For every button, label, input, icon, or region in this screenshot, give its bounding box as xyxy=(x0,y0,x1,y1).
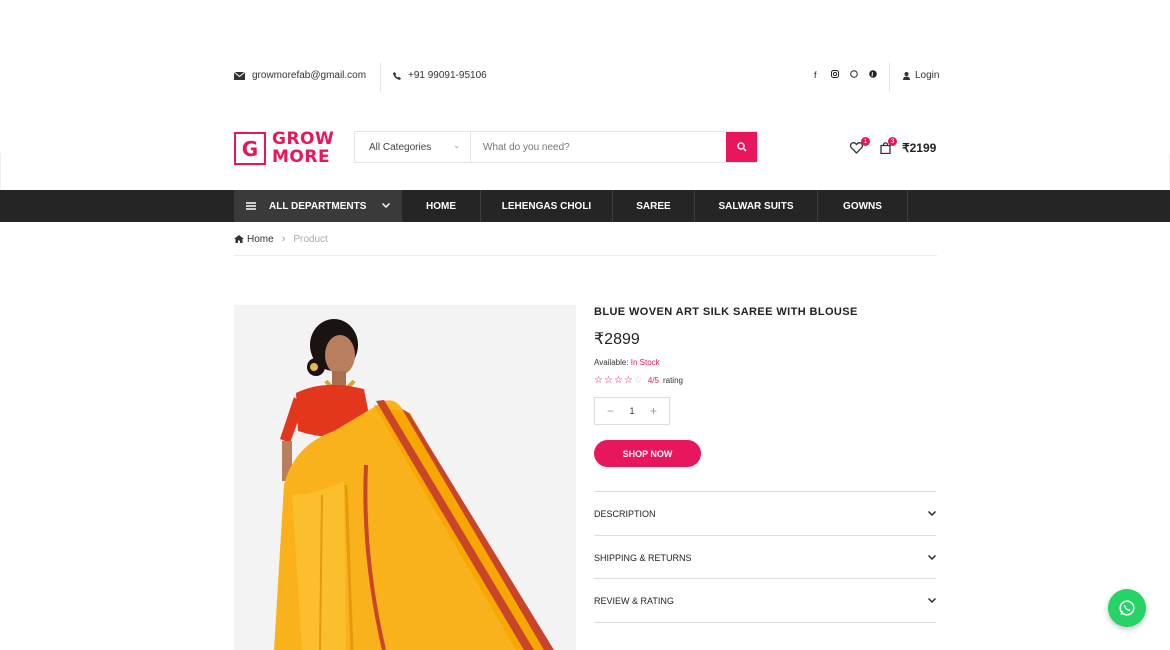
menu-icon xyxy=(246,202,256,210)
search-bar: All Categories ⌄ xyxy=(354,131,758,163)
divider xyxy=(889,62,890,92)
whatsapp-icon xyxy=(1119,600,1135,616)
cart-count: 3 xyxy=(888,137,897,146)
wishlist-count: 1 xyxy=(861,137,870,146)
star-icon: ☆ xyxy=(623,375,634,386)
product-rating: ☆☆☆☆☆ 4/5 rating xyxy=(594,375,683,386)
plus-icon[interactable]: + xyxy=(650,404,657,418)
breadcrumb-home[interactable]: Home xyxy=(234,234,274,245)
search-icon xyxy=(736,142,746,152)
divider xyxy=(594,622,936,623)
cart-area: 1 3 ₹2199 xyxy=(849,137,937,158)
category-select[interactable]: All Categories ⌄ xyxy=(355,132,471,162)
chevron-down-icon xyxy=(382,203,390,208)
wishlist-button[interactable]: 1 xyxy=(849,137,870,155)
search-input[interactable] xyxy=(471,132,726,162)
email-text: growmorefab@gmail.com xyxy=(252,70,367,81)
saree-model-image xyxy=(274,319,554,650)
rating-label: rating xyxy=(662,376,683,385)
pinterest-icon[interactable] xyxy=(869,70,877,80)
availability-value: In Stock xyxy=(630,358,660,367)
star-icon: ☆ xyxy=(594,375,604,386)
main-nav: ALL DEPARTMENTS HOME LEHENGAS CHOLI SARE… xyxy=(0,190,1170,222)
divider xyxy=(380,62,381,92)
instagram-icon[interactable] xyxy=(831,70,839,80)
nav-item-salwar-suits[interactable]: SALWAR SUITS xyxy=(695,190,818,222)
logo[interactable]: G GROW MORE xyxy=(234,129,339,167)
cart-total: ₹2199 xyxy=(902,141,937,155)
accordion-review-rating[interactable]: REVIEW & RATING xyxy=(594,578,936,622)
star-icon: ☆ xyxy=(603,375,614,386)
quantity-value[interactable]: 1 xyxy=(629,406,634,416)
minus-icon[interactable]: − xyxy=(607,404,614,418)
envelope-icon xyxy=(234,71,245,80)
logo-text: GROW MORE xyxy=(272,129,335,167)
all-departments-button[interactable]: ALL DEPARTMENTS xyxy=(234,190,402,222)
product-title: BLUE WOVEN ART SILK SAREE WITH BLOUSE xyxy=(594,306,858,318)
rating-value: 4/5 xyxy=(647,376,659,385)
quantity-stepper: − 1 + xyxy=(594,397,670,425)
accordion-label: REVIEW & RATING xyxy=(594,595,674,606)
breadcrumb: Home › Product xyxy=(234,233,328,245)
phone-text: +91 99091-95106 xyxy=(408,70,487,81)
product-price: ₹2899 xyxy=(594,331,640,348)
login-label: Login xyxy=(915,70,940,81)
cart-button[interactable]: 3 xyxy=(880,137,897,155)
logo-mark: G xyxy=(234,132,266,165)
search-button[interactable] xyxy=(726,132,757,162)
accordion-description[interactable]: DESCRIPTION xyxy=(594,491,936,535)
star-empty-icon: ☆ xyxy=(633,375,644,386)
breadcrumb-current: Product xyxy=(293,233,328,245)
nav-item-home[interactable]: HOME xyxy=(402,190,481,222)
accordion-label: SHIPPING & RETURNS xyxy=(594,552,692,563)
nav-item-saree[interactable]: SAREE xyxy=(613,190,695,222)
availability-label: Available: xyxy=(594,358,629,367)
top-bar: growmorefab@gmail.com +91 99091-95106 f … xyxy=(234,62,939,92)
nav-item-gowns[interactable]: GOWNS xyxy=(818,190,908,222)
accordion-shipping-returns[interactable]: SHIPPING & RETURNS xyxy=(594,535,936,579)
chevron-down-icon: ⌄ xyxy=(453,141,460,150)
breadcrumb-home-label: Home xyxy=(247,233,274,245)
accordion-label: DESCRIPTION xyxy=(594,508,656,519)
whatsapp-chat-button[interactable] xyxy=(1108,589,1146,627)
home-icon xyxy=(234,235,244,243)
user-icon xyxy=(903,71,910,80)
login-link[interactable]: Login xyxy=(903,70,939,81)
departments-label: ALL DEPARTMENTS xyxy=(269,200,367,212)
facebook-icon[interactable]: f xyxy=(814,70,817,80)
chevron-right-icon: › xyxy=(281,233,286,245)
contact-phone[interactable]: +91 99091-95106 xyxy=(393,70,487,81)
star-icon: ☆ xyxy=(613,375,624,386)
phone-icon xyxy=(393,71,401,80)
rating-stars: ☆☆☆☆☆ xyxy=(594,375,644,386)
nav-item-lehengas-choli[interactable]: LEHENGAS CHOLI xyxy=(481,190,613,222)
product-image[interactable] xyxy=(234,305,576,650)
shop-now-button[interactable]: SHOP NOW xyxy=(594,440,701,467)
contact-email[interactable]: growmorefab@gmail.com xyxy=(234,70,366,81)
divider xyxy=(234,255,937,256)
category-value: All Categories xyxy=(369,141,432,153)
chevron-down-icon xyxy=(928,511,936,516)
chevron-down-icon xyxy=(928,555,936,560)
whatsapp-small-icon[interactable] xyxy=(850,70,858,80)
chevron-down-icon xyxy=(928,598,936,603)
availability: Available: In Stock xyxy=(594,358,660,367)
